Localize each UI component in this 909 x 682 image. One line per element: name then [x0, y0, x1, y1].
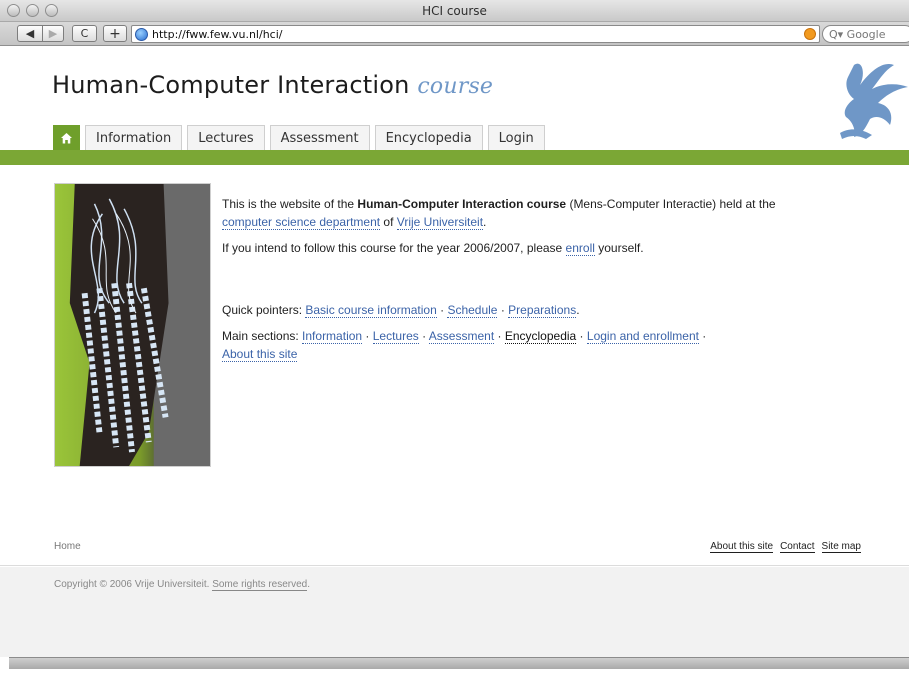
home-icon — [61, 132, 72, 143]
enroll-link[interactable]: enroll — [565, 241, 595, 256]
main-content: This is the website of the Human-Compute… — [222, 195, 782, 371]
tab-login[interactable]: Login — [487, 125, 545, 150]
lectures-link[interactable]: Lectures — [372, 329, 419, 344]
copyright-end: . — [307, 579, 311, 590]
copyright-bar: Copyright © 2006 Vrije Universiteit. Som… — [0, 567, 909, 657]
preparations-link[interactable]: Preparations — [508, 303, 577, 318]
title-bar: HCI course — [0, 0, 909, 22]
tab-information[interactable]: Information — [85, 125, 183, 150]
separator: · — [362, 329, 373, 343]
intro-text: This is the website of the — [222, 197, 358, 211]
forward-button[interactable]: ▶ — [42, 25, 64, 42]
browser-toolbar: ◀ ▶ C + http://fww.few.vu.nl/hci/ Q▾ Goo… — [0, 22, 909, 46]
course-name: Human-Computer Interaction course — [357, 197, 567, 211]
search-placeholder: Q▾ Google — [829, 27, 886, 41]
tab-encyclopedia[interactable]: Encyclopedia — [374, 125, 483, 150]
reload-icon: C — [80, 27, 89, 40]
site-title-main: Human-Computer Interaction — [52, 71, 418, 99]
url-text: http://fww.few.vu.nl/hci/ — [152, 27, 283, 41]
enroll-text: If you intend to follow this course for … — [222, 241, 566, 255]
intro-text-4: . — [483, 215, 487, 229]
main-sections: Main sections: Information · Lectures · … — [222, 327, 782, 363]
plus-icon: + — [109, 25, 121, 42]
footer-sitemap-link[interactable]: Site map — [821, 541, 861, 553]
horizontal-scrollbar[interactable] — [9, 657, 909, 669]
enroll-text-2: yourself. — [594, 241, 644, 255]
tab-home[interactable] — [53, 125, 80, 150]
login-enrollment-link[interactable]: Login and enrollment — [586, 329, 699, 344]
tab-assessment[interactable]: Assessment — [269, 125, 370, 150]
rss-icon[interactable] — [804, 28, 816, 40]
wired-glove-photo — [54, 183, 211, 467]
enroll-paragraph: If you intend to follow this course for … — [222, 239, 782, 257]
assessment-link[interactable]: Assessment — [428, 329, 495, 344]
rights-link[interactable]: Some rights reserved — [212, 579, 308, 591]
quick-pointers-label: Quick pointers: — [222, 303, 306, 317]
back-icon: ◀ — [25, 27, 35, 40]
information-link[interactable]: Information — [302, 329, 363, 344]
basic-info-link[interactable]: Basic course information — [305, 303, 437, 318]
add-bookmark-button[interactable]: + — [103, 25, 127, 42]
main-nav-tabs: Information Lectures Assessment Encyclop… — [53, 125, 545, 151]
encyclopedia-link[interactable]: Encyclopedia — [504, 329, 577, 344]
separator: · — [698, 329, 707, 343]
nav-accent-bar — [0, 150, 909, 165]
address-field[interactable]: http://fww.few.vu.nl/hci/ — [131, 25, 820, 43]
footer-links: About this site Contact Site map — [710, 541, 861, 553]
vu-link[interactable]: Vrije Universiteit — [396, 215, 484, 230]
search-input[interactable]: Q▾ Google — [822, 25, 909, 43]
site-title-sub: course — [417, 74, 494, 99]
separator: · — [576, 329, 587, 343]
intro-paragraph: This is the website of the Human-Compute… — [222, 195, 782, 231]
window-title: HCI course — [422, 4, 487, 18]
tab-lectures[interactable]: Lectures — [187, 125, 265, 150]
separator: · — [418, 329, 429, 343]
intro-text-2: (Mens-Computer Interactie) held at the — [566, 197, 776, 211]
footer-nav: Home About this site Contact Site map — [0, 538, 909, 566]
intro-text-3: of — [380, 215, 397, 229]
cs-department-link[interactable]: computer science department — [222, 215, 381, 230]
separator: · — [497, 303, 509, 317]
copyright-notice: Copyright © 2006 Vrije Universiteit. Som… — [54, 579, 311, 591]
copyright-text: Copyright © 2006 Vrije Universiteit. — [54, 579, 213, 590]
site-title: Human-Computer Interaction course — [52, 71, 493, 99]
university-griffin-logo — [840, 63, 908, 139]
schedule-link[interactable]: Schedule — [447, 303, 498, 318]
quick-pointers: Quick pointers: Basic course information… — [222, 303, 580, 318]
forward-icon: ▶ — [48, 27, 58, 40]
breadcrumb[interactable]: Home — [54, 541, 81, 552]
globe-icon — [135, 27, 148, 41]
about-site-link[interactable]: About this site — [222, 347, 298, 362]
main-sections-label: Main sections: — [222, 329, 303, 343]
back-button[interactable]: ◀ — [17, 25, 43, 42]
separator: · — [436, 303, 448, 317]
footer-about-link[interactable]: About this site — [710, 541, 774, 553]
browser-window: HCI course ◀ ▶ C + http://fww.few.vu.nl/… — [0, 0, 909, 682]
reload-button[interactable]: C — [72, 25, 97, 42]
footer-contact-link[interactable]: Contact — [780, 541, 815, 553]
separator: · — [494, 329, 505, 343]
